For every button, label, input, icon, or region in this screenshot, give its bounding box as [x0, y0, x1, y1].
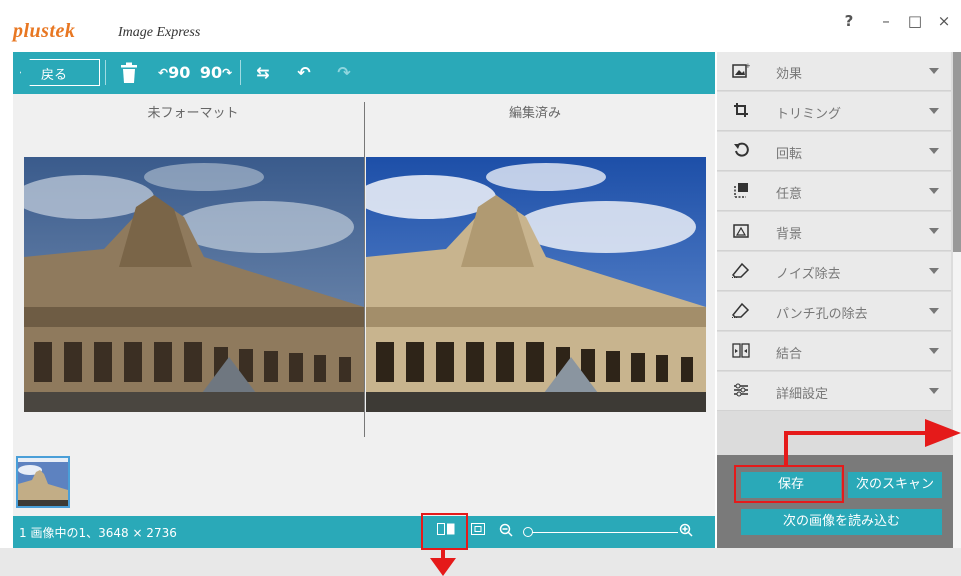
custom-icon: [730, 182, 752, 202]
compare-view-callout-box: [421, 513, 468, 550]
plustek-logo: plustek: [13, 20, 76, 42]
original-image: [24, 157, 364, 412]
menu-item-label: パンチ孔の除去: [776, 307, 868, 322]
eraser-icon: [730, 262, 752, 282]
compare-view-callout-arrow-icon: [430, 558, 456, 576]
chevron-down-icon: [929, 148, 939, 154]
thumbnail-item[interactable]: [16, 456, 70, 508]
panel-scrollbar[interactable]: [953, 52, 961, 252]
chevron-down-icon: [929, 68, 939, 74]
zoom-in-icon: [679, 523, 693, 537]
toolbar-separator: [240, 60, 241, 85]
save-callout-line: [784, 434, 788, 465]
editor-toolbar: 戻る ↶90 90↷ ⇆ ↶ ↷: [13, 52, 715, 94]
trash-icon: [121, 62, 137, 83]
menu-item-label: 回転: [776, 147, 803, 162]
rotate-left-label: 90: [168, 63, 191, 82]
zoom-out-icon: [499, 523, 513, 537]
minimize-button[interactable]: –: [875, 12, 897, 30]
app-title: Image Express: [118, 25, 201, 40]
rotate-right-label: 90: [199, 63, 223, 82]
menu-item-custom[interactable]: 任意: [717, 172, 951, 211]
edited-image: [366, 157, 706, 412]
redo-icon: ↷: [337, 63, 351, 82]
app-window: plustek Image Express ? – □ × 戻る ↶90 90↷…: [0, 0, 961, 576]
settings-sliders-icon: [730, 382, 752, 402]
menu-item-label: 任意: [776, 187, 803, 202]
delete-button[interactable]: [119, 59, 139, 87]
edited-label: 編集済み: [508, 106, 561, 121]
toolbar-separator: [105, 60, 106, 85]
chevron-down-icon: [929, 188, 939, 194]
background-icon: [730, 222, 752, 242]
preview-area: 未フォーマット 編集済み: [13, 94, 715, 516]
merge-icon: [730, 342, 752, 362]
menu-item-noise-removal[interactable]: ノイズ除去: [717, 252, 951, 291]
save-callout-box: [734, 465, 844, 503]
bottom-bar: [0, 548, 961, 576]
load-next-image-button[interactable]: 次の画像を読み込む: [741, 509, 942, 535]
crop-icon: [730, 102, 752, 122]
chevron-down-icon: [929, 268, 939, 274]
rotate-right-90-button[interactable]: 90↷: [199, 59, 233, 87]
back-button-label: 戻る: [41, 68, 68, 83]
maximize-button[interactable]: □: [904, 12, 926, 30]
rotate-left-90-button[interactable]: ↶90: [158, 59, 190, 87]
thumbnail-strip: [13, 452, 715, 516]
zoom-in-button[interactable]: [677, 523, 695, 541]
menu-item-advanced-settings[interactable]: 詳細設定: [717, 372, 951, 411]
chevron-down-icon: [929, 108, 939, 114]
menu-item-label: 結合: [776, 347, 803, 362]
menu-item-label: ノイズ除去: [776, 267, 841, 282]
zoom-out-button[interactable]: [497, 523, 515, 541]
zoom-slider[interactable]: [528, 532, 678, 533]
svg-text:+: +: [745, 62, 750, 70]
help-button[interactable]: ?: [838, 12, 860, 30]
menu-item-merge[interactable]: 結合: [717, 332, 951, 371]
rotate-icon: [730, 142, 752, 162]
save-callout-arrow-icon: [925, 419, 961, 447]
fit-screen-icon: [471, 523, 485, 535]
original-label: 未フォーマット: [147, 106, 239, 121]
close-button[interactable]: ×: [933, 12, 955, 30]
next-scan-button[interactable]: 次のスキャン: [848, 472, 942, 498]
chevron-down-icon: [929, 308, 939, 314]
status-bar: 1 画像中の1、3648 × 2736: [13, 516, 715, 548]
zoom-slider-knob[interactable]: [523, 527, 533, 537]
image-info: 1 画像中の1、3648 × 2736: [19, 526, 177, 540]
menu-item-background[interactable]: 背景: [717, 212, 951, 251]
punch-hole-eraser-icon: [730, 302, 752, 322]
flip-button[interactable]: ⇆: [251, 59, 275, 87]
undo-icon: ↶: [297, 63, 311, 82]
menu-item-punch-hole-removal[interactable]: パンチ孔の除去: [717, 292, 951, 331]
title-bar: plustek Image Express ? – □ ×: [0, 0, 961, 52]
menu-item-label: 詳細設定: [776, 387, 829, 402]
undo-button[interactable]: ↶: [293, 59, 315, 87]
menu-item-label: 背景: [776, 227, 803, 242]
chevron-down-icon: [929, 348, 939, 354]
menu-item-trimming[interactable]: トリミング: [717, 92, 951, 131]
rotate-right-icon: ↷: [222, 66, 233, 80]
chevron-down-icon: [929, 388, 939, 394]
chevron-down-icon: [929, 228, 939, 234]
menu-item-rotate[interactable]: 回転: [717, 132, 951, 171]
save-callout-line: [784, 431, 929, 435]
fit-to-window-button[interactable]: [469, 523, 487, 541]
menu-item-effect[interactable]: + 効果: [717, 52, 951, 91]
menu-item-label: トリミング: [776, 107, 842, 122]
redo-button[interactable]: ↷: [333, 59, 355, 87]
rotate-left-icon: ↶: [158, 66, 169, 80]
effect-icon: +: [730, 62, 752, 82]
menu-item-label: 効果: [776, 67, 803, 82]
flip-icon: ⇆: [256, 63, 270, 82]
compare-divider[interactable]: [364, 102, 365, 437]
